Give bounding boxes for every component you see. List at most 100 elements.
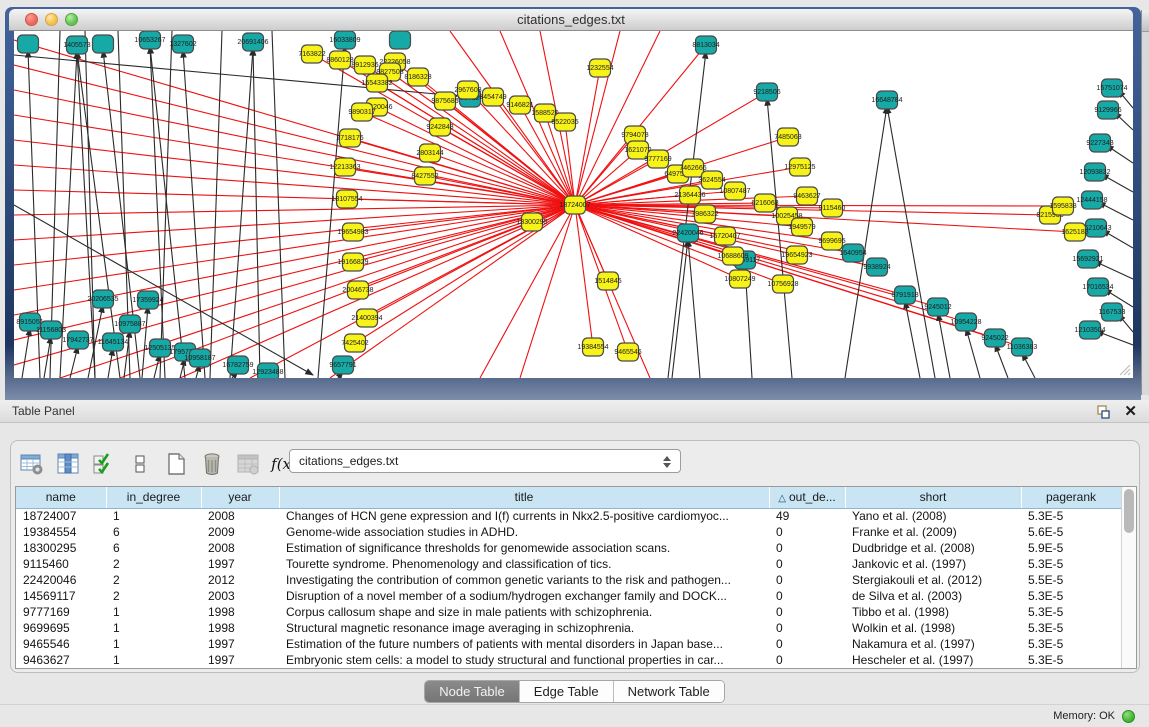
column-header-pagerank[interactable]: pagerank [1021, 487, 1121, 508]
table-cell[interactable]: 1 [106, 652, 201, 668]
table-selector-dropdown[interactable]: citations_edges.txt [289, 449, 681, 473]
graph-node[interactable]: 1640954 [839, 244, 866, 262]
table-cell[interactable]: 2008 [201, 508, 279, 524]
table-cell[interactable]: 0 [769, 524, 845, 540]
graph-node[interactable]: 8912936 [351, 56, 378, 74]
graph-node[interactable]: 16648784 [871, 91, 902, 109]
graph-node[interactable]: 8522035 [551, 113, 578, 131]
table-cell[interactable]: Franke et al. (2009) [845, 524, 1021, 540]
graph-node[interactable] [18, 35, 39, 53]
graph-node[interactable]: 17942737 [62, 331, 93, 349]
graph-edge[interactable] [14, 190, 575, 205]
resize-grip-icon[interactable] [1117, 362, 1131, 376]
table-cell[interactable]: 2003 [201, 588, 279, 604]
table-cell[interactable]: 9115460 [16, 556, 106, 572]
graph-edge[interactable] [575, 68, 600, 205]
tab-edge-table[interactable]: Edge Table [520, 681, 614, 702]
graph-node[interactable] [390, 31, 411, 49]
table-cell[interactable]: 5.3E-5 [1021, 588, 1121, 604]
table-cell[interactable]: 1 [106, 508, 201, 524]
graph-node[interactable]: 9657791 [329, 356, 356, 374]
table-cell[interactable]: Tourette syndrome. Phenomenology and cla… [279, 556, 769, 572]
graph-edge[interactable] [845, 106, 887, 378]
graph-edge[interactable] [1022, 353, 1035, 378]
tab-network-table[interactable]: Network Table [614, 681, 724, 702]
table-cell[interactable]: Estimation of the future numbers of pati… [279, 636, 769, 652]
graph-edge[interactable] [14, 140, 575, 205]
graph-node[interactable]: 9463627 [793, 187, 820, 205]
table-row[interactable]: 977716911998Corpus callosum shape and si… [16, 604, 1121, 620]
graph-node[interactable]: 19384554 [577, 338, 608, 356]
graph-node[interactable]: 9245022 [981, 329, 1008, 347]
table-cell[interactable]: 0 [769, 588, 845, 604]
graph-edge[interactable] [575, 150, 638, 205]
table-cell[interactable]: 1 [106, 636, 201, 652]
table-cell[interactable]: 22420046 [16, 572, 106, 588]
graph-node[interactable]: 11036383 [1007, 338, 1038, 356]
graph-edge[interactable] [77, 51, 95, 378]
table-cell[interactable]: 5.3E-5 [1021, 620, 1121, 636]
graph-node[interactable]: 9777169 [644, 150, 671, 168]
graph-edge[interactable] [1098, 202, 1133, 220]
table-cell[interactable]: 0 [769, 652, 845, 668]
table-cell[interactable]: 1 [106, 620, 201, 636]
graph-node[interactable]: 2803144 [416, 144, 443, 162]
graph-edge[interactable] [272, 31, 285, 378]
graph-node[interactable]: 8186328 [404, 68, 431, 86]
graph-node[interactable]: 9146821 [506, 96, 533, 114]
graph-node[interactable]: 10653267 [134, 31, 165, 49]
citation-network-graph[interactable]: 1405573106532671327602206914061603380978… [14, 31, 1133, 378]
table-cell[interactable]: 0 [769, 540, 845, 556]
graph-edge[interactable] [85, 31, 95, 378]
table-cell[interactable]: 18300295 [16, 540, 106, 556]
table-cell[interactable]: 5.3E-5 [1021, 508, 1121, 524]
table-cell[interactable]: Corpus callosum shape and size in male p… [279, 604, 769, 620]
graph-node[interactable]: 8860128 [326, 51, 353, 69]
graph-node[interactable]: 2967608 [454, 81, 481, 99]
graph-node[interactable]: 1595838 [1049, 197, 1076, 215]
graph-node[interactable]: 1514845 [594, 272, 621, 290]
graph-edge[interactable] [318, 46, 345, 378]
graph-edge[interactable] [14, 165, 575, 205]
graph-edge[interactable] [575, 31, 660, 205]
table-cell[interactable]: Investigating the contribution of common… [279, 572, 769, 588]
table-cell[interactable]: 0 [769, 620, 845, 636]
graph-node[interactable]: 16782759 [222, 356, 253, 374]
graph-edge[interactable] [180, 205, 575, 378]
graph-node[interactable]: 9465546 [614, 343, 641, 361]
graph-node[interactable]: 17359924 [132, 291, 163, 309]
table-settings-icon[interactable] [19, 451, 45, 477]
graph-node[interactable]: 12093832 [1079, 163, 1110, 181]
graph-node[interactable]: 10807487 [719, 182, 750, 200]
table-cell[interactable]: 5.5E-5 [1021, 572, 1121, 588]
graph-node[interactable]: 10756928 [767, 275, 798, 293]
table-row[interactable]: 1456911722003Disruption of a novel membe… [16, 588, 1121, 604]
table-column-icon[interactable] [55, 451, 81, 477]
graph-node[interactable]: 9699695 [818, 232, 845, 250]
column-header-name[interactable]: name [16, 487, 106, 508]
graph-node[interactable]: 6791918 [891, 286, 918, 304]
table-row[interactable]: 1830029562008Estimation of significance … [16, 540, 1121, 556]
table-scrollbar[interactable] [1121, 487, 1136, 668]
graph-node[interactable]: 9890317 [348, 103, 375, 121]
table-cell[interactable]: 1997 [201, 652, 279, 668]
column-header-short[interactable]: short [845, 487, 1021, 508]
column-header-title[interactable]: title [279, 487, 769, 508]
graph-edge[interactable] [672, 239, 688, 378]
table-cell[interactable]: 5.3E-5 [1021, 636, 1121, 652]
table-cell[interactable]: 9699695 [16, 620, 106, 636]
graph-node[interactable]: 20691406 [237, 33, 268, 51]
graph-edge[interactable] [108, 348, 113, 378]
column-header-year[interactable]: year [201, 487, 279, 508]
graph-node[interactable]: 12444158 [1076, 191, 1107, 209]
table-row[interactable]: 946554611997Estimation of the future num… [16, 636, 1121, 652]
graph-node[interactable]: 9875685 [431, 92, 458, 110]
graph-edge[interactable] [966, 328, 980, 378]
table-cell[interactable]: 5.3E-5 [1021, 652, 1121, 668]
table-cell[interactable]: 0 [769, 556, 845, 572]
graph-node[interactable]: 8813034 [692, 36, 719, 54]
graph-node[interactable]: 1625183 [1061, 223, 1088, 241]
graph-edge[interactable] [14, 205, 575, 290]
table-cell[interactable]: Jankovic et al. (1997) [845, 556, 1021, 572]
table-cell[interactable]: Changes of HCN gene expression and I(f) … [279, 508, 769, 524]
